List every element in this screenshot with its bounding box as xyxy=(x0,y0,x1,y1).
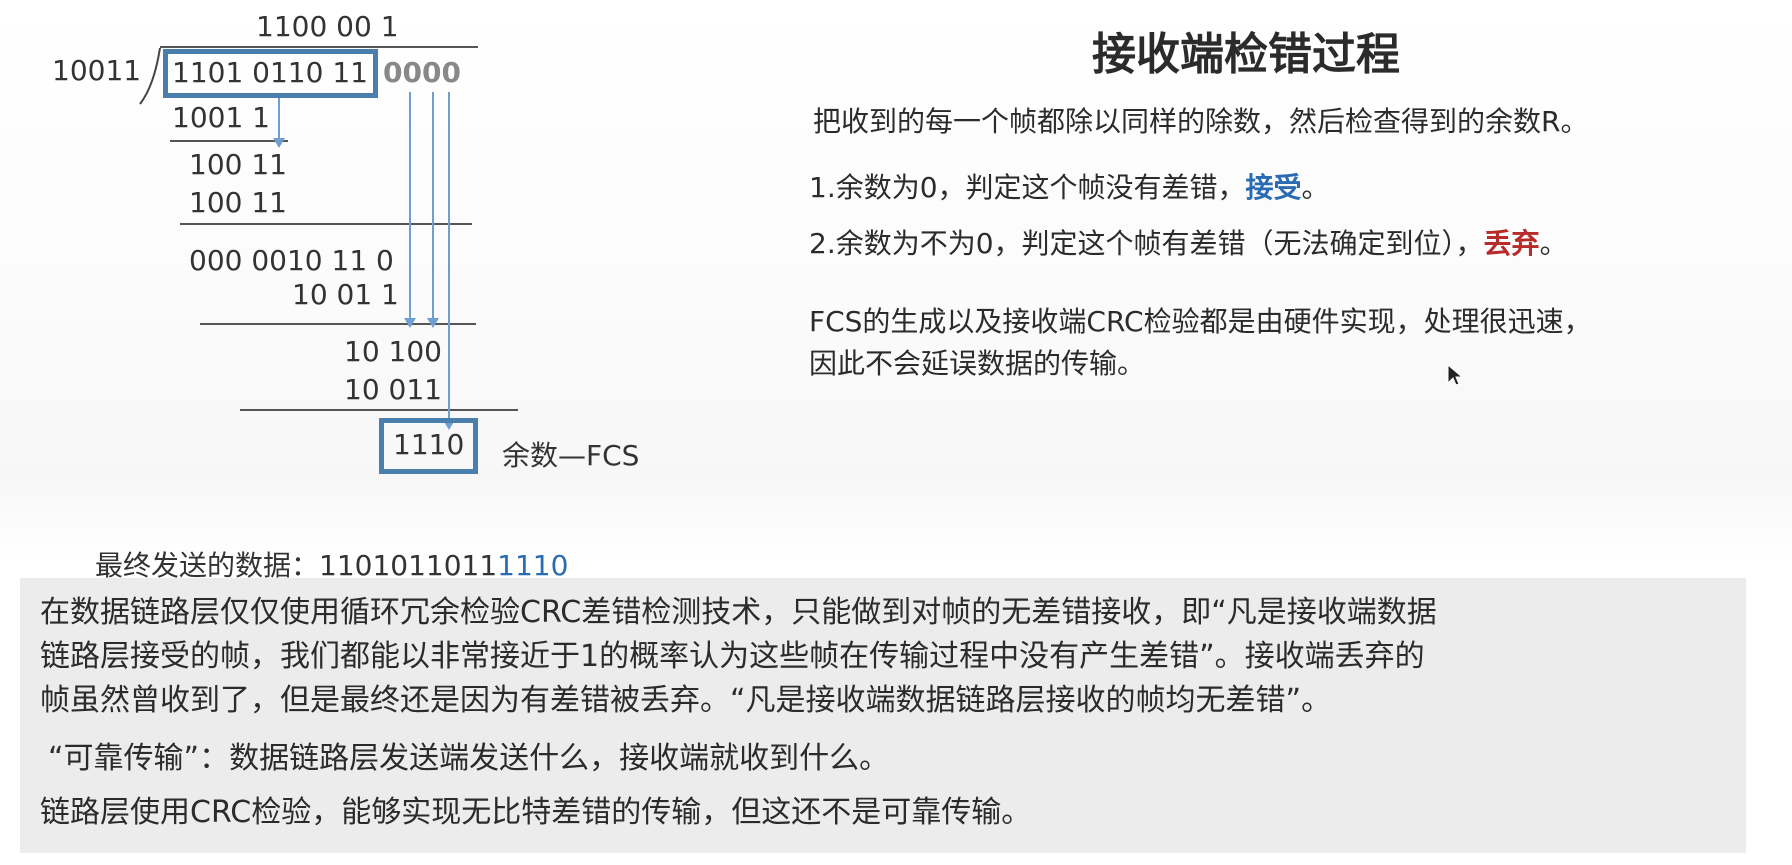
crc-not-reliable-note: 链路层使用CRC检验，能够实现无比特差错的传输，但这还不是可靠传输。 xyxy=(40,795,1032,830)
bring-down-arrow-line xyxy=(448,92,450,422)
division-bar xyxy=(160,46,478,48)
panel-line: 链路层接受的帧，我们都能以非常接近于1的概率认为这些帧在传输过程中没有产生差错”… xyxy=(40,639,1425,674)
bring-down-arrow-line xyxy=(432,92,434,320)
fcs-hardware-line1: FCS的生成以及接收端CRC检验都是由硬件实现，处理很迅速， xyxy=(809,305,1592,338)
rule1-end: 。 xyxy=(1301,171,1330,204)
remainder-label: 余数—FCS xyxy=(502,439,640,472)
bring-down-arrow-line xyxy=(278,98,280,140)
division-step: 100 11 xyxy=(189,148,287,181)
step-rule xyxy=(240,409,518,411)
fcs-hardware-line2: 因此不会延误数据的传输。 xyxy=(809,347,1146,380)
accept-word: 接受 xyxy=(1245,171,1302,204)
step-rule xyxy=(180,223,472,225)
bring-down-arrow-line xyxy=(409,92,411,320)
division-step: 10 011 xyxy=(344,373,442,406)
step-rule xyxy=(170,140,288,142)
rule2-text: 2.余数为不为0，判定这个帧有差错（无法确定到位）， xyxy=(809,227,1484,260)
arrow-head-icon xyxy=(404,318,416,328)
rule2-end: 。 xyxy=(1539,227,1568,260)
panel-line: 在数据链路层仅仅使用循环冗余检验CRC差错检测技术，只能做到对帧的无差错接收，即… xyxy=(40,595,1437,630)
division-step: 10 01 1 xyxy=(292,278,399,311)
arrow-head-icon xyxy=(427,318,439,328)
rule-accept: 1.余数为0，判定这个帧没有差错，接受。 xyxy=(809,166,1330,206)
reliable-transfer-definition: “可靠传输”：数据链路层发送端发送什么，接收端就收到什么。 xyxy=(48,741,890,776)
intro-text: 把收到的每一个帧都除以同样的除数，然后检查得到的余数R。 xyxy=(813,105,1589,138)
appended-zeros: 0000 xyxy=(383,56,461,89)
division-step: 100 11 xyxy=(189,186,287,219)
discard-word: 丢弃 xyxy=(1483,227,1540,260)
dividend: 1101 0110 11 xyxy=(172,56,368,89)
rule-discard: 2.余数为不为0，判定这个帧有差错（无法确定到位），丢弃。 xyxy=(809,222,1568,262)
page-title: 接收端检错过程 xyxy=(1092,29,1400,80)
rule1-text: 1.余数为0，判定这个帧没有差错， xyxy=(809,171,1246,204)
arrow-head-icon xyxy=(273,138,285,148)
remainder: 1110 xyxy=(393,428,465,461)
division-step: 10 100 xyxy=(344,335,442,368)
quotient: 1100 00 1 xyxy=(256,10,399,43)
division-step: 000 0010 11 0 xyxy=(189,244,394,277)
explanation-panel: 在数据链路层仅仅使用循环冗余检验CRC差错检测技术，只能做到对帧的无差错接收，即… xyxy=(20,578,1746,853)
division-step: 1001 1 xyxy=(172,101,270,134)
panel-line: 帧虽然曾收到了，但是最终还是因为有差错被丢弃。“凡是接收端数据链路层接收的帧均无… xyxy=(40,683,1332,718)
divisor: 10011 xyxy=(52,54,142,87)
mouse-cursor-icon xyxy=(1447,364,1463,386)
